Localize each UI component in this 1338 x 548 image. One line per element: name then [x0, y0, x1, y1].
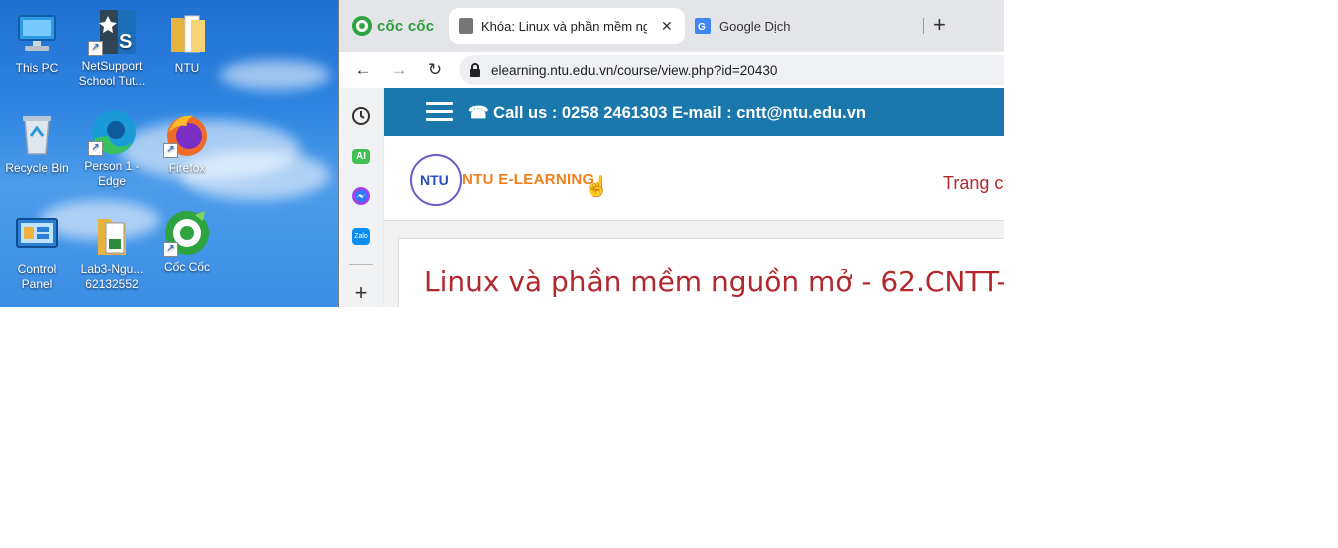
folder-icon: [163, 10, 211, 58]
document-folder-icon: [88, 211, 136, 259]
tab-label: Khóa: Linux và phần mềm ng: [481, 18, 647, 34]
desktop-icon-label: Cốc Cốc: [163, 260, 210, 274]
firefox-icon: ↗: [163, 110, 211, 158]
course-title: Linux và phần mềm nguồn mở - 62.CNTT-4: [424, 265, 1004, 298]
lock-icon: [470, 62, 480, 77]
desktop-icon-firefox[interactable]: ↗ Firefox: [151, 110, 223, 176]
desktop-icon-label: Firefox: [168, 161, 206, 175]
desktop-icon-ntu[interactable]: NTU: [151, 10, 223, 76]
page-icon: [459, 18, 473, 34]
desktop-icon-label: This PC: [15, 61, 59, 75]
svg-text:G: G: [698, 22, 706, 33]
desktop-icon-coccoc[interactable]: ↗ Cốc Cốc: [151, 209, 223, 275]
ai-icon[interactable]: AI: [349, 144, 373, 168]
shortcut-arrow-icon: ↗: [163, 242, 178, 257]
desktop-icon-recycle-bin[interactable]: Recycle Bin: [1, 110, 73, 176]
history-icon[interactable]: [349, 104, 373, 128]
nav-home-link[interactable]: Trang c: [943, 173, 1003, 194]
zalo-icon[interactable]: Zalo: [349, 224, 373, 248]
shortcut-arrow-icon: ↗: [163, 143, 178, 158]
desktop-icon-label: Control Panel: [17, 262, 57, 291]
hand-pointer-icon: ☝: [584, 176, 609, 198]
ai-icon-label: AI: [352, 148, 370, 164]
forward-button[interactable]: →: [387, 58, 411, 82]
tab-separator: [923, 18, 924, 34]
desktop-icon-this-pc[interactable]: This PC: [1, 10, 73, 76]
back-button[interactable]: ←: [351, 58, 375, 82]
url-text: elearning.ntu.edu.vn/course/view.php?id=…: [491, 62, 778, 78]
desktop-icon-edge[interactable]: ↗ Person 1 - Edge: [76, 108, 148, 189]
control-panel-icon: [13, 211, 61, 259]
browser-sidebar: AI Zalo +: [339, 88, 383, 307]
recycle-bin-icon: [13, 110, 61, 158]
contact-info: ☎ Call us : 0258 2461303 E-mail : cntt@n…: [468, 103, 866, 123]
logo-badge: NTU: [420, 172, 449, 188]
edge-icon: ↗: [88, 108, 136, 156]
netsupport-icon: S ↗: [88, 8, 136, 56]
svg-text:S: S: [119, 31, 132, 53]
close-icon[interactable]: ✕: [661, 18, 673, 35]
desktop-icon-label: Lab3-Ngu... 62132552: [80, 262, 144, 291]
browser-window: cốc cốc Khóa: Linux và phần mềm ng ✕ G G…: [338, 0, 1004, 307]
sidebar-divider: [349, 264, 373, 265]
messenger-icon[interactable]: [349, 184, 373, 208]
add-icon[interactable]: +: [349, 280, 373, 305]
desktop-icon-control-panel[interactable]: Control Panel: [1, 211, 73, 292]
course-card: Linux và phần mềm nguồn mở - 62.CNTT-4: [398, 238, 1004, 307]
coccoc-icon: ↗: [163, 209, 211, 257]
desktop-icon-label: Recycle Bin: [5, 161, 69, 175]
shortcut-arrow-icon: ↗: [88, 141, 103, 156]
tab-google-translate[interactable]: G Google Dịch: [691, 8, 911, 44]
coccoc-logo-icon: [352, 16, 372, 36]
zalo-icon-label: Zalo: [352, 227, 370, 245]
google-translate-icon: G: [695, 18, 711, 34]
desktop-icon-label: NetSupport School Tut...: [78, 59, 146, 88]
computer-icon: [13, 10, 61, 58]
tab-course[interactable]: Khóa: Linux và phần mềm ng ✕: [449, 8, 685, 44]
reload-button[interactable]: ↻: [423, 58, 447, 82]
desktop-background: This PC S ↗ NetSupport School Tut... NTU…: [0, 0, 338, 307]
site-header: NTU NTU E-LEARNING ☝ Trang c: [384, 136, 1004, 221]
phone-icon: ☎: [468, 104, 489, 122]
contact-text: Call us : 0258 2461303 E-mail : cntt@ntu…: [493, 104, 866, 122]
site-topbar: ☎ Call us : 0258 2461303 E-mail : cntt@n…: [384, 88, 1004, 136]
desktop-icon-label: Person 1 - Edge: [84, 159, 140, 188]
coccoc-brand[interactable]: cốc cốc: [351, 14, 434, 38]
shortcut-arrow-icon: ↗: [88, 41, 103, 56]
address-bar[interactable]: elearning.ntu.edu.vn/course/view.php?id=…: [459, 55, 1004, 85]
desktop-icon-netsupport[interactable]: S ↗ NetSupport School Tut...: [76, 8, 148, 89]
web-page: ☎ Call us : 0258 2461303 E-mail : cntt@n…: [384, 88, 1004, 307]
ntu-logo[interactable]: NTU: [410, 154, 462, 206]
tab-bar: cốc cốc Khóa: Linux và phần mềm ng ✕ G G…: [339, 0, 1004, 52]
new-tab-button[interactable]: +: [933, 12, 946, 38]
menu-icon[interactable]: [426, 102, 453, 122]
browser-toolbar: ← → ↻ elearning.ntu.edu.vn/course/view.p…: [339, 52, 1004, 88]
desktop-icon-lab3[interactable]: Lab3-Ngu... 62132552: [76, 211, 148, 292]
tab-label: Google Dịch: [719, 18, 791, 34]
desktop-icon-label: NTU: [174, 61, 200, 75]
brand-label: cốc cốc: [377, 17, 435, 35]
logo-text[interactable]: NTU E-LEARNING: [462, 171, 595, 188]
